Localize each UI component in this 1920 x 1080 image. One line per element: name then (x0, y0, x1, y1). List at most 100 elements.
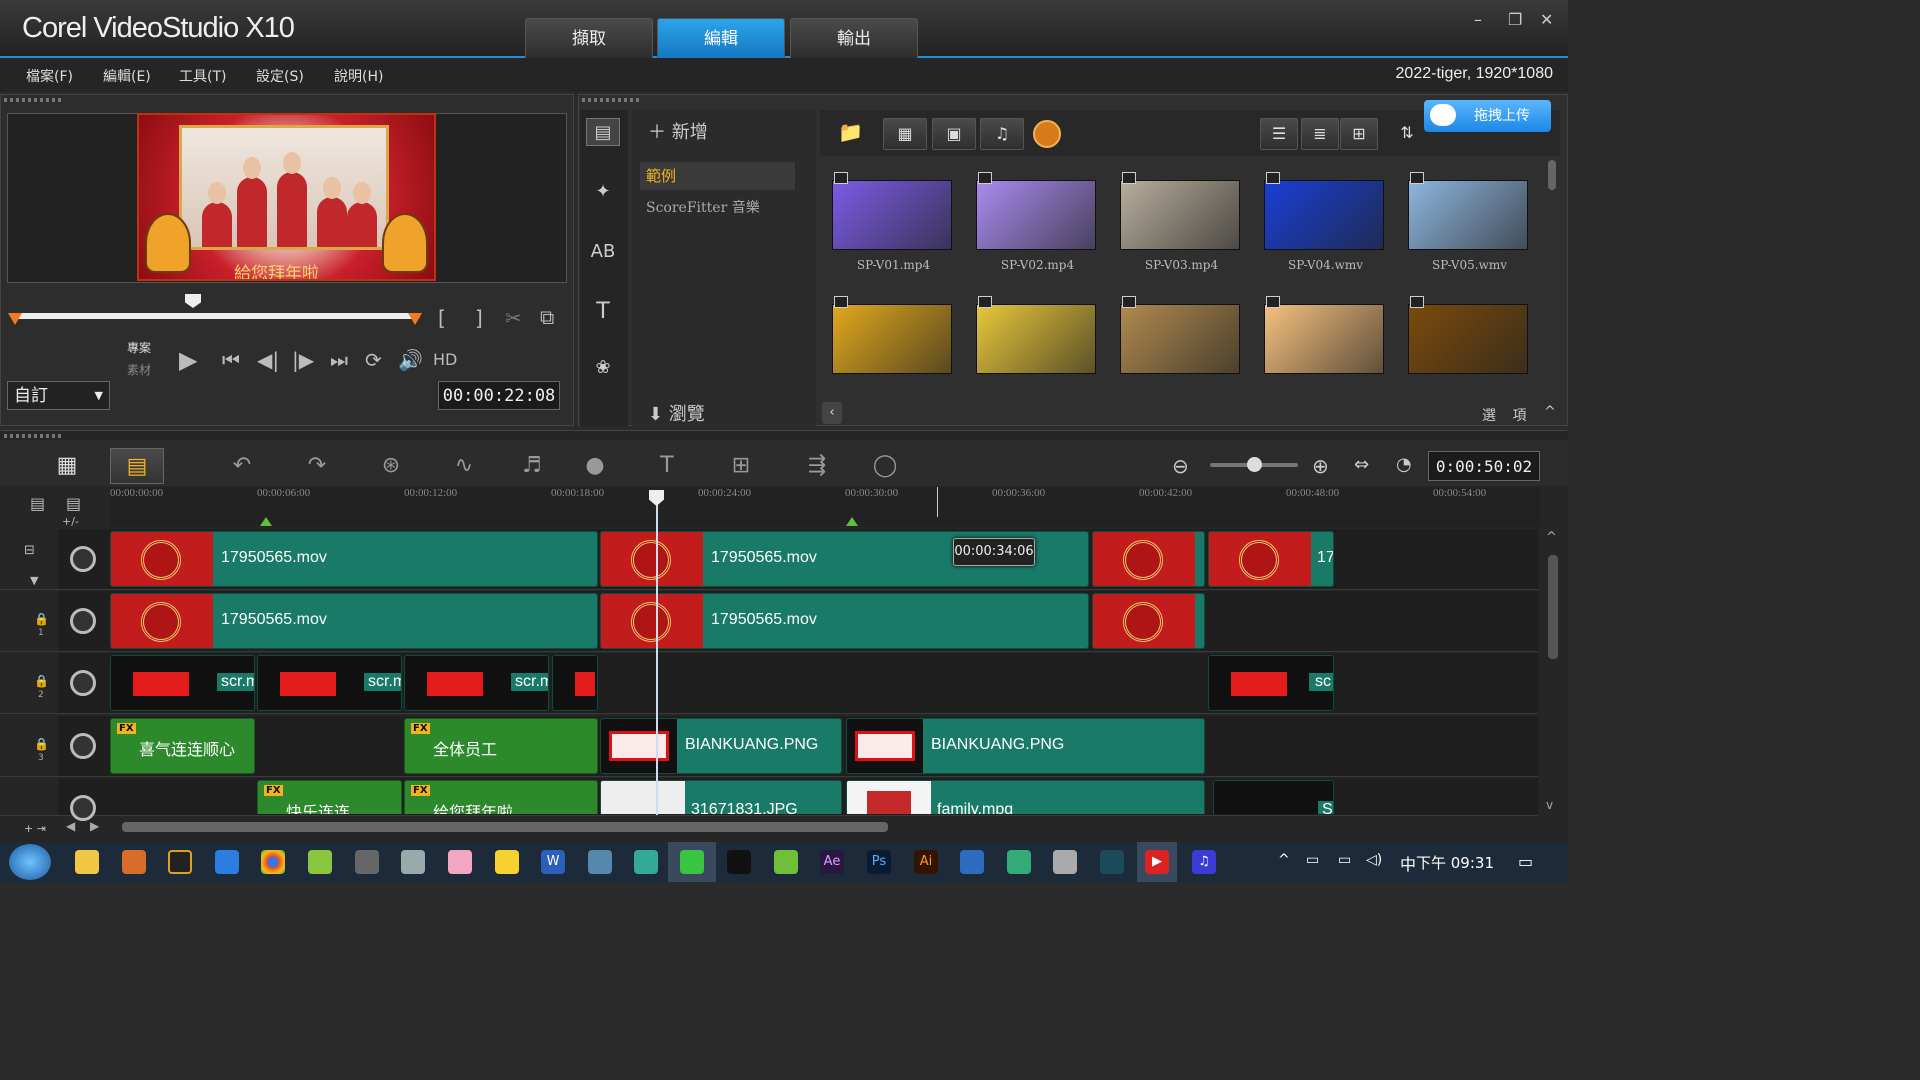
app-icon[interactable] (588, 850, 612, 874)
app-icon[interactable] (308, 850, 332, 874)
trim-in-marker[interactable] (8, 313, 22, 325)
illustrator-icon[interactable]: Ai (914, 850, 938, 874)
timeline-clip[interactable] (1092, 531, 1205, 587)
timeline-clip[interactable]: BIANKUANG.PNG (600, 718, 842, 774)
library-thumbnail[interactable]: SP-V02.mp4 (966, 158, 1109, 282)
chapter-marker[interactable] (846, 517, 858, 526)
zoom-out-icon[interactable]: ⊖ (1172, 454, 1189, 478)
scroll-left-icon[interactable]: ◀ (66, 819, 75, 833)
previous-frame-icon[interactable]: ◀| (257, 348, 279, 372)
app-icon[interactable] (495, 850, 519, 874)
show-photo-icon[interactable]: ▣ (932, 118, 976, 150)
timeline-clip[interactable]: S (1213, 780, 1334, 814)
split-clip-icon[interactable]: ✂ (505, 306, 522, 330)
collapse-library-icon[interactable]: ‹ (822, 402, 842, 424)
app-icon[interactable] (168, 850, 192, 874)
folder-sample[interactable]: 範例 (640, 162, 795, 190)
film-reel-icon[interactable] (70, 546, 96, 572)
app-icon[interactable] (1053, 850, 1077, 874)
zoom-in-icon[interactable]: ⊕ (1312, 454, 1329, 478)
timeline-clip[interactable] (552, 655, 598, 711)
add-folder-button[interactable]: ＋ 新增 (648, 118, 708, 144)
film-reel-icon[interactable] (70, 608, 96, 634)
start-button[interactable] (9, 844, 51, 880)
timeline-ruler[interactable]: 00:00:00:00 00:00:06:00 00:00:12:00 00:0… (110, 487, 1540, 527)
trim-out-marker[interactable] (408, 313, 422, 325)
mark-in-button[interactable]: [ (438, 306, 446, 330)
panel-grip[interactable] (582, 98, 642, 102)
library-thumbnail[interactable] (966, 282, 1109, 406)
menu-tools[interactable]: 工具(T) (179, 66, 226, 86)
film-reel-icon[interactable] (70, 733, 96, 759)
lock-icon[interactable]: 🔒 (34, 674, 49, 688)
graphic-icon[interactable]: ❀ (586, 354, 620, 382)
auto-music-icon[interactable]: ♬ (505, 448, 559, 484)
panel-grip[interactable] (4, 434, 64, 438)
sort-icon[interactable]: ⇅ (1390, 118, 1424, 150)
library-thumbnail[interactable] (1398, 282, 1541, 406)
app-icon[interactable] (1100, 850, 1124, 874)
input-method-indicator[interactable]: 中 (1400, 851, 1416, 875)
go-start-icon[interactable]: ⏮ (222, 348, 240, 372)
app-icon[interactable] (634, 850, 658, 874)
photoshop-icon[interactable]: Ps (867, 850, 891, 874)
menu-file[interactable]: 檔案(F) (26, 66, 73, 86)
title-clip[interactable]: FX 喜气连连顺心 (110, 718, 255, 774)
preview-timecode[interactable]: 00:00:22:08 (438, 381, 560, 410)
chevron-up-icon[interactable]: ^ (1278, 852, 1290, 868)
timeline-clip[interactable] (1092, 593, 1205, 649)
library-thumbnail[interactable] (1110, 282, 1253, 406)
track-toggle-icon[interactable]: ⊟ (24, 543, 35, 558)
show-video-icon[interactable]: ▦ (883, 118, 927, 150)
app-icon[interactable] (122, 850, 146, 874)
chapter-marker[interactable] (260, 517, 272, 526)
folder-scorefitter[interactable]: ScoreFitter 音樂 (646, 197, 760, 217)
timeline-clip[interactable]: 17950565.mov (110, 593, 598, 649)
after-effects-icon[interactable]: Ae (820, 850, 844, 874)
go-end-icon[interactable]: ⏭ (330, 348, 348, 372)
chrome-icon[interactable] (261, 850, 285, 874)
add-track-icon[interactable]: + ⇥ (24, 822, 46, 835)
list-view-icon[interactable]: ☰ (1260, 118, 1298, 150)
thumbnail-view-icon[interactable]: ⊞ (1340, 118, 1378, 150)
timeline-clip[interactable]: scr.m (257, 655, 402, 711)
media-icon[interactable]: ▤ (586, 118, 620, 146)
motion-tracking-icon[interactable]: ● (568, 448, 622, 484)
timeline-clip[interactable]: sc (1208, 655, 1334, 711)
notification-icon[interactable]: ▭ (1518, 852, 1533, 871)
lock-icon[interactable]: 🔒 (34, 737, 49, 751)
scrubber-bar[interactable] (14, 313, 420, 319)
instant-project-icon[interactable]: ✦ (586, 178, 620, 206)
chevron-up-icon[interactable]: ^ (1546, 530, 1557, 545)
close-button[interactable]: ✕ (1540, 10, 1553, 29)
details-view-icon[interactable]: ≣ (1301, 118, 1339, 150)
library-thumbnail[interactable]: SP-V04.wmv (1254, 158, 1397, 282)
marker-icon[interactable]: +/- (62, 515, 79, 528)
track-manager-icon[interactable]: ▤ (30, 494, 45, 513)
timeline-clip[interactable]: family.mpg (846, 780, 1205, 814)
sound-mixer-icon[interactable]: ∿ (437, 448, 491, 484)
enlarge-preview-icon[interactable]: ⧉ (540, 305, 554, 329)
transition-icon[interactable]: AB (586, 238, 620, 266)
tab-capture[interactable]: 擷取 (525, 18, 653, 58)
record-capture-icon[interactable]: ⊛ (364, 448, 418, 484)
music-icon[interactable]: ♫ (1192, 850, 1216, 874)
timeline-clip[interactable]: 17950565.mov (600, 593, 1089, 649)
next-frame-icon[interactable]: |▶ (292, 348, 314, 372)
show-audio-icon[interactable]: ♫ (980, 118, 1024, 150)
chevron-up-icon[interactable]: ^ (1544, 404, 1556, 420)
chevron-down-icon[interactable]: v (1546, 798, 1553, 812)
timeline-clip[interactable]: scr.m (404, 655, 549, 711)
subtitle-editor-icon[interactable]: T (640, 448, 694, 484)
timeline-vertical-scrollbar[interactable] (1548, 555, 1558, 659)
fit-project-icon[interactable]: ⇔ (1354, 454, 1369, 475)
app-icon[interactable] (355, 850, 379, 874)
line-icon[interactable] (680, 850, 704, 874)
app-icon[interactable] (215, 850, 239, 874)
network-icon[interactable]: ▭ (1306, 852, 1319, 868)
app-icon[interactable] (774, 850, 798, 874)
library-scrollbar[interactable] (1548, 160, 1556, 190)
qq-icon[interactable] (727, 850, 751, 874)
repeat-icon[interactable]: ⟳ (365, 348, 382, 372)
minimize-button[interactable]: – (1474, 10, 1482, 29)
